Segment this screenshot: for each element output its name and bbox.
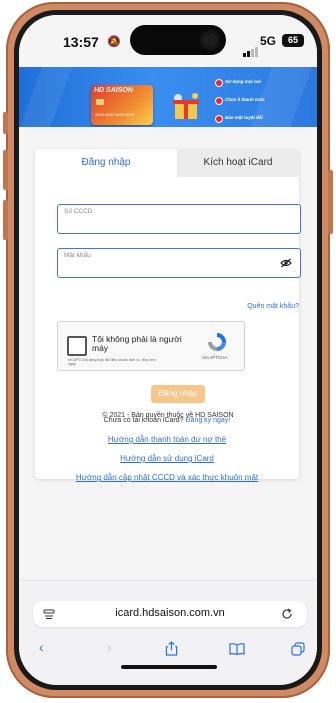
- forward-icon[interactable]: ›: [107, 639, 112, 655]
- home-indicator: [121, 665, 217, 669]
- tabs-icon[interactable]: [291, 642, 305, 656]
- captcha-fine-print: reCAPTCHA đang thay đổi điều khoản dịch …: [68, 358, 156, 366]
- cccd-field[interactable]: Số CCCD: [57, 204, 301, 234]
- captcha-label: Tôi không phải là người máy: [92, 334, 182, 353]
- action-button: [3, 112, 8, 134]
- recaptcha-brand: reCAPTCHA: [202, 355, 228, 360]
- credit-card-image: HD SAISON 4200 0000 0000 0000: [91, 85, 153, 125]
- dynamic-island: [130, 25, 226, 55]
- card-brand: HD SAISON: [94, 87, 133, 94]
- forgot-password-link[interactable]: Quên mật khẩu?: [247, 303, 299, 310]
- url-text: icard.hdsaison.com.vn: [115, 607, 225, 619]
- share-icon[interactable]: [165, 641, 178, 656]
- safari-toolbar: icard.hdsaison.com.vn ‹ ›: [19, 580, 317, 685]
- update-guide-link[interactable]: Hướng dẫn cập nhật CCCD và xác thực khuô…: [35, 473, 299, 482]
- reload-icon[interactable]: [281, 608, 293, 620]
- feature-bullet-icon: [215, 97, 223, 105]
- login-panel: Đăng nhập Kích hoạt iCard Số CCCD Mật kh…: [35, 149, 301, 482]
- signal-strength-icon: [243, 39, 259, 57]
- network-type: 5G: [260, 34, 277, 48]
- copyright-text: © 2021 - Bản quyền thuộc về HD SAISON: [102, 412, 234, 419]
- password-field[interactable]: Mật khẩu: [57, 248, 301, 278]
- power-button: [328, 170, 333, 234]
- bookmarks-icon[interactable]: [229, 643, 245, 655]
- mute-bell-icon: 🔕: [107, 36, 121, 48]
- cccd-placeholder: Số CCCD: [64, 208, 93, 215]
- feature-bullet-icon: [215, 115, 223, 123]
- back-icon[interactable]: ‹: [39, 639, 44, 655]
- battery-indicator: 65: [282, 34, 304, 47]
- volume-up-button: [3, 150, 8, 190]
- page-content: Đăng nhập Kích hoạt iCard Số CCCD Mật kh…: [19, 127, 317, 567]
- payment-guide-link[interactable]: Hướng dẫn thanh toán dư nợ thẻ: [35, 435, 299, 444]
- gift-illustration-icon: [173, 93, 199, 119]
- volume-down-button: [3, 200, 8, 240]
- phone-screen: 13:57 🔕 5G 65 HD SAISON 4200 0000 0000 0…: [19, 15, 317, 685]
- recaptcha-widget: Tôi không phải là người máy reCAPTCHA đa…: [57, 321, 245, 371]
- captcha-checkbox[interactable]: [67, 336, 87, 356]
- banner-item: Chọn lì thanh toán: [225, 97, 265, 102]
- tab-login[interactable]: Đăng nhập: [35, 149, 177, 177]
- banner-item: Bảo mật tuyệt đối: [225, 115, 263, 120]
- login-button[interactable]: Đăng nhập: [151, 385, 205, 403]
- address-bar[interactable]: icard.hdsaison.com.vn: [33, 601, 307, 627]
- status-time: 13:57: [63, 34, 99, 50]
- eye-slash-icon[interactable]: [280, 258, 292, 268]
- status-bar: 13:57 🔕 5G 65: [19, 15, 317, 67]
- banner-item: Sử dụng mọi nơi: [225, 79, 261, 84]
- password-placeholder: Mật khẩu: [64, 252, 91, 259]
- tab-activate-icard[interactable]: Kích hoạt iCard: [177, 149, 299, 177]
- recaptcha-logo-icon: [208, 333, 226, 351]
- card-number: 4200 0000 0000 0000: [95, 112, 134, 117]
- card-chip-icon: [96, 99, 104, 105]
- usage-guide-link[interactable]: Hướng dẫn sử dụng iCard: [35, 454, 299, 463]
- front-camera-icon: [200, 30, 220, 50]
- feature-bullet-icon: [215, 79, 223, 87]
